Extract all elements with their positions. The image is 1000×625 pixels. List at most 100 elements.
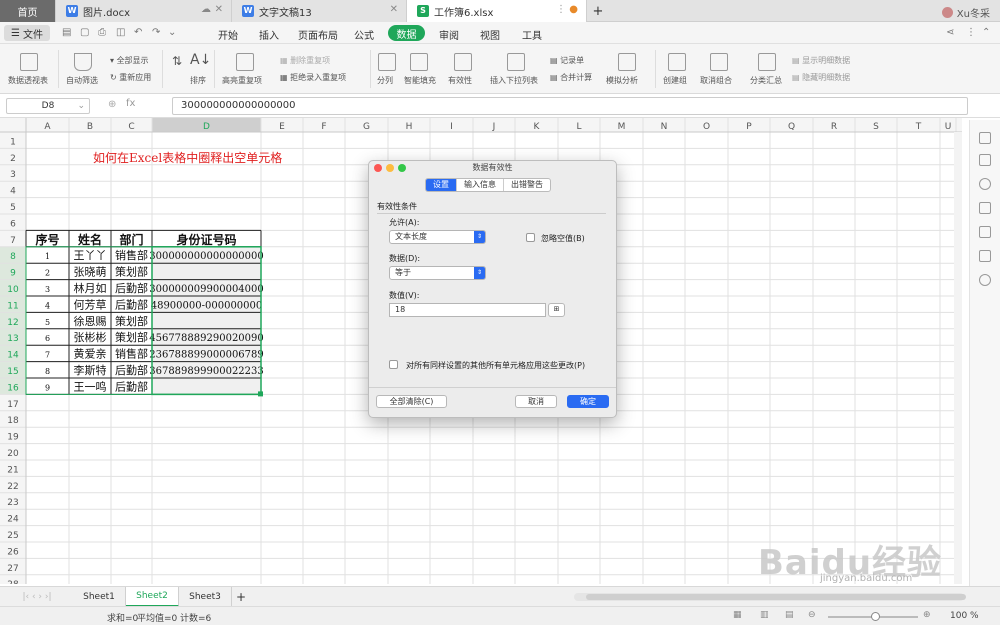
column-header-a[interactable]: A — [44, 122, 51, 132]
record-form-button[interactable]: ▤ 记录单 — [550, 55, 584, 66]
column-header-f[interactable]: F — [321, 122, 326, 132]
row-header-26[interactable]: 26 — [7, 547, 19, 557]
add-sheet-button[interactable]: + — [233, 587, 249, 607]
table-cell[interactable]: 何芳草 — [74, 297, 107, 311]
horizontal-scrollbar[interactable] — [574, 593, 966, 601]
open-icon[interactable]: ▢ — [80, 27, 89, 38]
table-cell[interactable]: 367889899900022233 — [149, 366, 264, 377]
clear-all-button[interactable]: 全部清除(C) — [376, 395, 447, 408]
table-cell[interactable]: 张彬彬 — [74, 331, 107, 344]
row-header-12[interactable]: 12 — [7, 318, 18, 328]
close-icon[interactable]: ✕ — [215, 4, 223, 15]
table-cell[interactable]: 48900000-000000000 — [151, 300, 263, 311]
save-icon[interactable]: ▤ — [62, 27, 71, 38]
row-header-3[interactable]: 3 — [10, 170, 16, 180]
row-header-2[interactable]: 2 — [10, 154, 16, 164]
more-icon[interactable]: ⋮ — [966, 27, 976, 38]
table-cell[interactable]: 策划部 — [115, 314, 148, 328]
table-cell[interactable]: 黄爱亲 — [74, 347, 107, 361]
menu-item-start[interactable]: 开始 — [218, 27, 238, 42]
split-column-button[interactable]: 分列 — [377, 75, 393, 86]
maximize-window-icon[interactable] — [398, 164, 406, 172]
reject-duplicates-button[interactable]: ▦ 拒绝录入重复项 — [280, 72, 346, 83]
ignore-blank-checkbox[interactable] — [526, 233, 535, 242]
row-header-11[interactable]: 11 — [7, 301, 18, 311]
allow-select[interactable]: 文本长度 ⇕ — [389, 230, 486, 244]
column-header-o[interactable]: O — [703, 122, 710, 132]
pivot-table-button[interactable]: 数据透视表 — [8, 75, 48, 86]
table-cell[interactable]: 王丫丫 — [74, 249, 107, 262]
row-header-20[interactable]: 20 — [7, 449, 19, 459]
formula-input[interactable]: 300000000000000000 — [172, 97, 968, 115]
menu-item-tools[interactable]: 工具 — [522, 27, 542, 42]
table-cell[interactable]: 2 — [45, 269, 50, 278]
dialog-tab-error-alert[interactable]: 出错警告 — [504, 179, 550, 191]
sheet-tab-2[interactable]: Sheet2 — [126, 587, 179, 607]
row-header-13[interactable]: 13 — [7, 334, 18, 344]
show-detail-button[interactable]: ▤ 显示明细数据 — [792, 55, 850, 66]
shape-icon[interactable] — [979, 178, 991, 190]
zoom-icon[interactable]: ⊕ — [108, 99, 116, 110]
subtotal-button[interactable]: 分类汇总 — [750, 75, 782, 86]
close-window-icon[interactable] — [374, 164, 382, 172]
collapse-icon[interactable]: ⌃ — [982, 27, 990, 38]
row-header-17[interactable]: 17 — [7, 400, 18, 410]
column-header-n[interactable]: N — [661, 122, 668, 132]
row-header-28[interactable]: 28 — [7, 580, 19, 584]
column-header-g[interactable]: G — [363, 122, 370, 132]
hide-detail-button[interactable]: ▤ 隐藏明细数据 — [792, 72, 850, 83]
table-cell[interactable]: 销售部 — [115, 347, 148, 361]
row-header-27[interactable]: 27 — [7, 564, 18, 574]
table-cell[interactable]: 1 — [45, 252, 50, 261]
validity-button[interactable]: 有效性 — [448, 75, 472, 86]
user-account[interactable]: Xu冬采 — [941, 5, 990, 20]
table-cell[interactable]: 徐恩赐 — [74, 314, 107, 328]
table-cell[interactable]: 9 — [45, 383, 50, 392]
column-header-m[interactable]: M — [618, 122, 626, 132]
property-icon[interactable] — [979, 132, 991, 144]
row-header-14[interactable]: 14 — [7, 351, 19, 361]
value-input[interactable]: 18 — [389, 303, 546, 317]
ok-button[interactable]: 确定 — [567, 395, 609, 408]
menu-item-review[interactable]: 审阅 — [439, 27, 459, 42]
row-header-7[interactable]: 7 — [10, 236, 16, 246]
column-header-i[interactable]: I — [450, 122, 453, 132]
table-cell[interactable]: 7 — [45, 351, 50, 360]
dialog-tab-input-message[interactable]: 输入信息 — [457, 179, 504, 191]
cancel-button[interactable]: 取消 — [515, 395, 557, 408]
table-cell[interactable]: 后勤部 — [115, 281, 148, 295]
cursor-icon[interactable] — [979, 202, 991, 214]
table-cell[interactable]: 6 — [45, 334, 50, 343]
column-header-l[interactable]: L — [576, 122, 581, 132]
row-header-6[interactable]: 6 — [10, 219, 16, 229]
scrollbar-thumb[interactable] — [586, 594, 966, 600]
name-box[interactable]: D8 ⌄ — [6, 98, 90, 114]
page-layout-icon[interactable]: ▥ — [760, 610, 769, 620]
vertical-scrollbar[interactable] — [954, 132, 962, 584]
create-group-button[interactable]: 创建组 — [663, 75, 687, 86]
align-icon[interactable] — [979, 226, 991, 238]
sheet-nav-arrows[interactable]: |‹ ‹ › ›| — [2, 587, 72, 607]
data-operator-select[interactable]: 等于 ⇕ — [389, 266, 486, 280]
row-header-10[interactable]: 10 — [7, 285, 19, 295]
file-menu-button[interactable]: ☰ 文件 — [4, 25, 50, 41]
column-header-j[interactable]: J — [492, 122, 496, 132]
zoom-out-icon[interactable]: ⊖ — [808, 610, 816, 620]
row-header-4[interactable]: 4 — [10, 187, 16, 197]
sort-asc-icon[interactable]: ⇅ — [172, 54, 182, 68]
sheet-tab-1[interactable]: Sheet1 — [73, 587, 126, 607]
row-header-23[interactable]: 23 — [7, 498, 18, 508]
minimize-window-icon[interactable] — [386, 164, 394, 172]
share-icon[interactable]: ⋖ — [946, 27, 954, 38]
table-cell[interactable]: 林月如 — [74, 281, 107, 295]
sort-az-icon[interactable]: A↓ — [190, 52, 211, 68]
delete-duplicates-button[interactable]: ▦ 删除重复项 — [280, 55, 330, 66]
row-header-9[interactable]: 9 — [10, 269, 16, 279]
pin-icon[interactable]: ⋮ — [556, 4, 566, 15]
backup-icon[interactable] — [979, 250, 991, 262]
tab-home[interactable]: 首页 — [0, 0, 56, 22]
range-picker-icon[interactable]: ⊞ — [548, 303, 565, 317]
table-cell[interactable]: 236788899000006789 — [149, 350, 264, 361]
column-header-s[interactable]: S — [873, 122, 879, 132]
redo-icon[interactable]: ↷ — [152, 27, 160, 38]
